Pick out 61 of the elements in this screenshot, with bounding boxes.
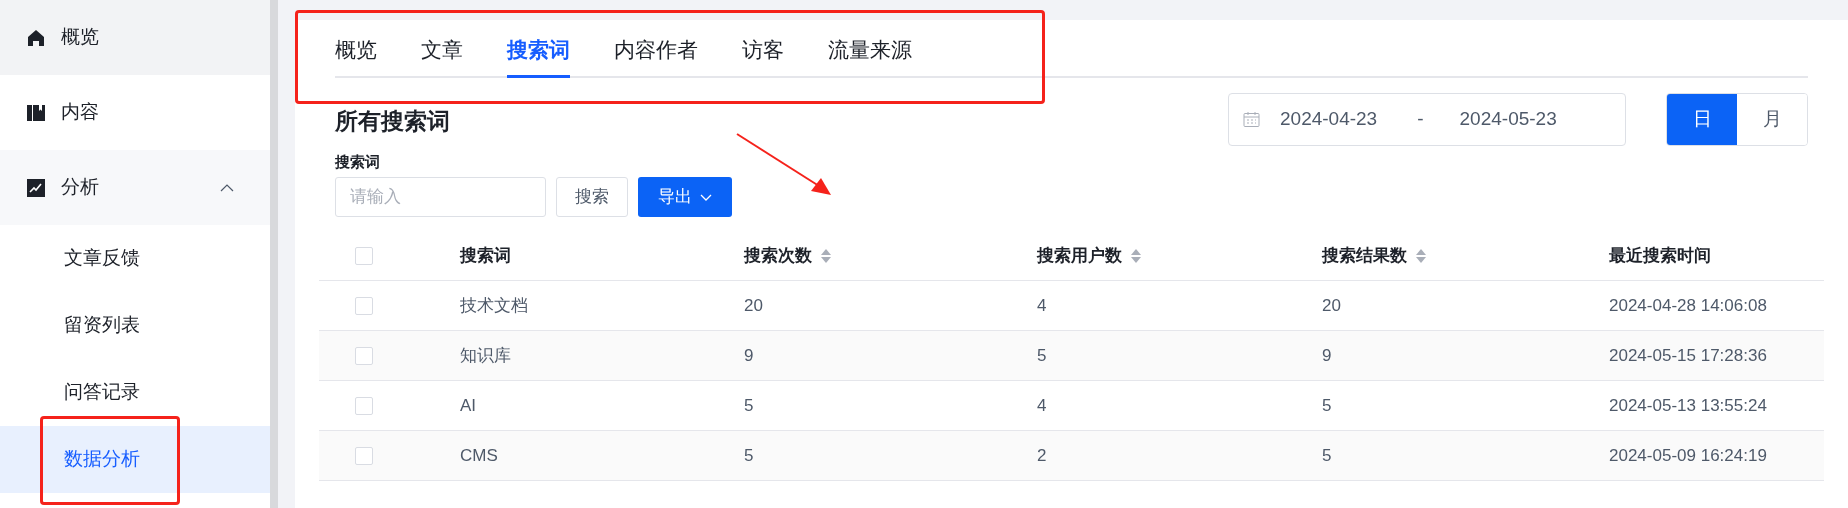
chart-icon <box>27 178 45 197</box>
table-cell: 20 <box>1322 295 1341 315</box>
table-cell: 知识库 <box>460 345 511 365</box>
chevron-icon <box>220 183 234 192</box>
table-cell: 9 <box>744 345 754 365</box>
table-row[interactable]: 知识库 9 5 9 2024-05-15 17:28:36 <box>319 331 1824 381</box>
column-header[interactable]: 搜索次数 <box>744 242 832 269</box>
table-cell: CMS <box>460 445 498 465</box>
table-cell: 4 <box>1037 295 1047 315</box>
table-cell: AI <box>460 395 477 415</box>
tab[interactable]: 搜索词 <box>507 33 570 78</box>
tab[interactable]: 内容作者 <box>614 33 698 78</box>
table-cell: 5 <box>1322 395 1332 415</box>
row-checkbox[interactable] <box>355 346 373 365</box>
row-checkbox[interactable] <box>355 246 373 265</box>
row-checkbox[interactable] <box>355 446 373 465</box>
sort-icon[interactable] <box>1130 247 1142 264</box>
row-checkbox[interactable] <box>355 296 373 315</box>
table-cell: 2024-04-28 14:06:08 <box>1609 295 1767 315</box>
page-title: 所有搜索词 <box>335 107 451 136</box>
sidebar-item[interactable]: 分析 <box>0 150 270 225</box>
table-cell: 5 <box>1037 345 1047 365</box>
row-checkbox[interactable] <box>355 396 373 415</box>
caret-icon <box>700 193 712 201</box>
field-label: 搜索词 <box>335 151 381 172</box>
search-button[interactable]: 搜索 <box>556 177 628 217</box>
sidebar-subitem[interactable]: 数据分析 <box>0 426 270 493</box>
sidebar-item[interactable]: 概览 <box>0 0 270 75</box>
table-cell: 技术文档 <box>460 295 528 315</box>
table-cell: 5 <box>744 445 754 465</box>
scrollbar[interactable] <box>270 0 278 508</box>
column-header: 搜索词 <box>460 244 511 267</box>
end-date: 2024-05-23 <box>1459 107 1557 132</box>
table-cell: 2024-05-13 13:55:24 <box>1609 395 1767 415</box>
table-cell: 4 <box>1037 395 1047 415</box>
calendar-icon <box>1243 111 1260 128</box>
table-cell: 2 <box>1037 445 1047 465</box>
tab[interactable]: 流量来源 <box>828 33 912 78</box>
column-header[interactable]: 搜索用户数 <box>1037 242 1142 269</box>
tab[interactable]: 访客 <box>742 33 784 78</box>
column-header: 最近搜索时间 <box>1609 244 1711 267</box>
table-cell: 2024-05-15 17:28:36 <box>1609 345 1767 365</box>
sort-icon[interactable] <box>820 247 832 264</box>
date-separator: - <box>1417 107 1424 132</box>
home-icon <box>27 28 45 47</box>
book-icon <box>27 103 45 122</box>
toggle-option[interactable]: 日 <box>1667 94 1737 145</box>
date-range-picker[interactable]: 2024-04-23 - 2024-05-23 <box>1228 93 1626 146</box>
tab[interactable]: 概览 <box>335 33 377 78</box>
start-date: 2024-04-23 <box>1280 107 1378 132</box>
column-header[interactable]: 搜索结果数 <box>1322 242 1427 269</box>
table-cell: 5 <box>744 395 754 415</box>
sort-icon[interactable] <box>1415 247 1427 264</box>
tab[interactable]: 文章 <box>421 33 463 78</box>
table-cell: 5 <box>1322 445 1332 465</box>
table-cell: 20 <box>744 295 763 315</box>
export-button[interactable]: 导出 <box>638 177 732 217</box>
table-cell: 2024-05-09 16:24:19 <box>1609 445 1767 465</box>
search-field[interactable]: 请输入 <box>335 177 546 217</box>
table-row[interactable]: CMS 5 2 5 2024-05-09 16:24:19 <box>319 431 1824 481</box>
table-cell: 9 <box>1322 345 1332 365</box>
